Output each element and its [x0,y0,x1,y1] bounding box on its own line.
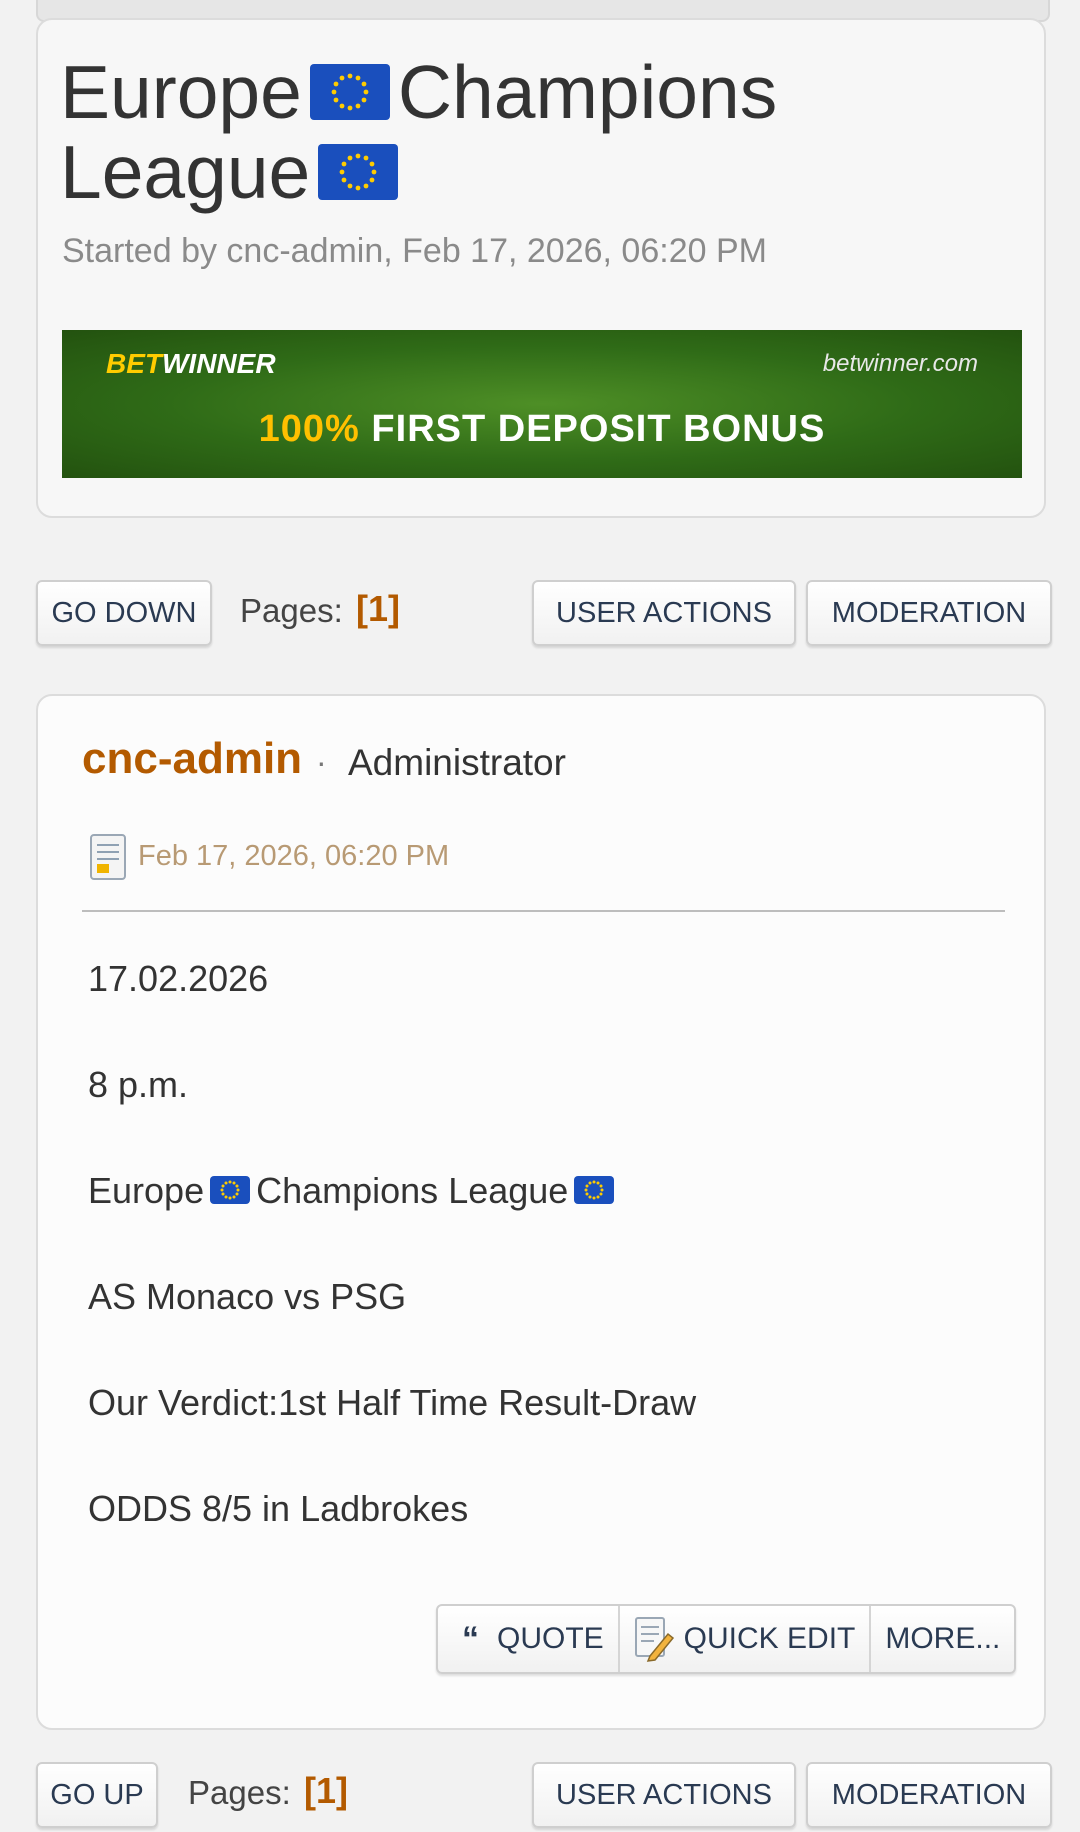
go-up-button[interactable]: GO UP [36,1762,158,1828]
banner-brand-winner: WINNER [162,348,276,379]
post-line-odds: ODDS 8/5 in Ladbrokes [88,1488,469,1529]
quick-edit-label: QUICK EDIT [683,1622,856,1655]
post-line-date: 17.02.2026 [88,958,269,999]
eu-flag-icon [210,1176,251,1205]
post-line-match: AS Monaco vs PSG [88,1276,407,1317]
betwinner-ad-banner[interactable]: BETWINNER betwinner.com 100% FIRST DEPOS… [62,330,1022,478]
go-down-button[interactable]: GO DOWN [36,580,212,646]
page-link-1-bottom[interactable]: [1] [304,1770,348,1812]
post-document-icon [90,834,126,880]
quick-edit-button[interactable]: QUICK EDIT [620,1606,872,1672]
eu-flag-icon [309,64,390,121]
pages-label-bottom: Pages: [188,1774,291,1811]
post-line-time: 8 p.m. [88,1064,189,1105]
page-title: Europe Champions League [60,52,840,212]
post-header-divider [82,910,1005,912]
quote-label: QUOTE [497,1622,604,1655]
post-league-name: Champions League [256,1170,569,1211]
eu-flag-icon [574,1176,615,1205]
quote-icon: “ [462,1619,479,1658]
post-author[interactable]: cnc-admin [82,734,302,784]
more-label: MORE... [885,1622,1001,1655]
author-role: Administrator [348,742,566,783]
title-word-champions: Champions [397,50,778,134]
banner-bonus-text: FIRST DEPOSIT BONUS [371,408,826,450]
post-line-verdict: Our Verdict:1st Half Time Result-Draw [88,1382,697,1423]
post-date-link[interactable]: Feb 17, 2026, 06:20 PM [138,840,449,873]
banner-brand: BETWINNER [106,348,276,380]
banner-brand-bet: BET [106,348,162,379]
author-role-separator: · [316,744,327,780]
user-actions-button[interactable]: USER ACTIONS [532,580,796,646]
banner-bonus: 100% FIRST DEPOSIT BONUS [62,408,1022,451]
eu-flag-icon [318,144,399,201]
post-tools: “ QUOTE QUICK EDIT MORE... [436,1604,1017,1674]
post-league-europe: Europe [88,1170,205,1211]
title-word-europe: Europe [60,50,302,134]
edit-document-icon [634,1617,674,1662]
banner-bonus-percent: 100% [258,408,360,450]
topic-started-by: Started by cnc-admin, Feb 17, 2026, 06:2… [62,232,767,270]
title-word-league: League [60,130,311,214]
post-line-league: Europe Champions League [88,1170,620,1212]
moderation-button[interactable]: MODERATION [806,580,1052,646]
more-button[interactable]: MORE... [871,1606,1014,1672]
user-actions-button-bottom[interactable]: USER ACTIONS [532,1762,796,1828]
moderation-button-bottom[interactable]: MODERATION [806,1762,1052,1828]
page-link-1[interactable]: [1] [356,588,400,630]
quote-button[interactable]: “ QUOTE [438,1606,620,1672]
banner-site: betwinner.com [822,350,978,377]
pages-label: Pages: [240,592,343,629]
